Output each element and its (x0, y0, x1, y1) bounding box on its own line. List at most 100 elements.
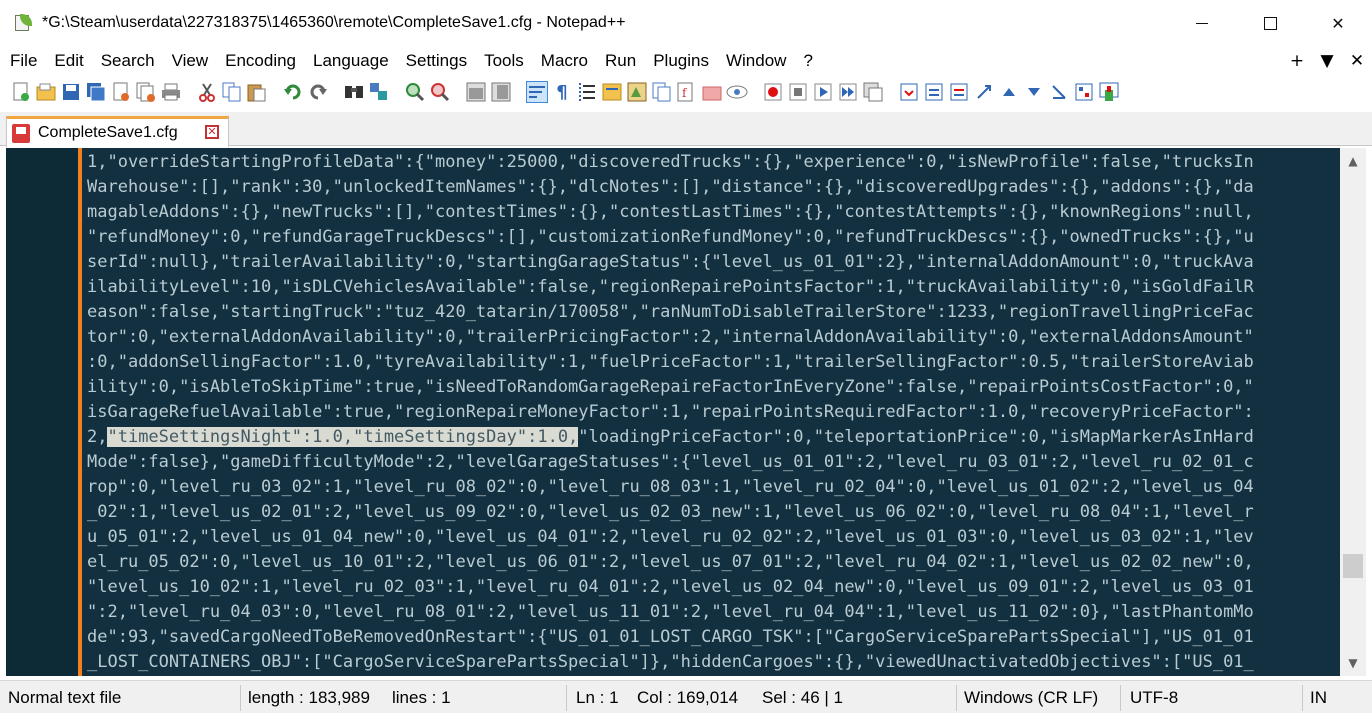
save-all-icon (87, 83, 106, 102)
code-line: ility":0,"isAbleToSkipTime":true,"isNeed… (87, 377, 1254, 397)
plugin-button-4[interactable] (973, 81, 995, 103)
menu-encoding[interactable]: Encoding (215, 51, 303, 71)
menu-edit[interactable]: Edit (44, 51, 90, 71)
cut-button[interactable] (196, 81, 218, 103)
title-bar: *G:\Steam\userdata\227318375\1465360\rem… (0, 0, 1372, 46)
run-macro-multiple-button[interactable] (837, 81, 859, 103)
monitoring-button[interactable] (726, 81, 748, 103)
zoom-out-button[interactable] (429, 81, 451, 103)
zoom-in-button[interactable] (404, 81, 426, 103)
function-list-button[interactable]: f (676, 81, 698, 103)
menu-view[interactable]: View (162, 51, 216, 71)
status-line-number: Ln : 1 (576, 687, 619, 707)
menu-language[interactable]: Language (303, 51, 396, 71)
status-insert-mode[interactable]: IN (1310, 681, 1327, 713)
stop-record-button[interactable] (787, 81, 809, 103)
sync-vertical-button[interactable] (465, 81, 487, 103)
menu-file[interactable]: File (0, 51, 44, 71)
scroll-thumb[interactable] (1343, 553, 1363, 578)
doc-list-button[interactable] (651, 81, 673, 103)
user-language-button[interactable] (601, 81, 623, 103)
tab-completesave1[interactable]: CompleteSave1.cfg ✕ (6, 116, 229, 147)
redo-button[interactable] (307, 81, 329, 103)
sync-horizontal-button[interactable] (490, 81, 512, 103)
menu-tools[interactable]: Tools (474, 51, 531, 71)
text-selection: "timeSettingsNight":1.0,"timeSettingsDay… (107, 427, 579, 447)
status-encoding[interactable]: UTF-8 (1130, 681, 1178, 713)
notepadpp-app-icon[interactable] (14, 14, 32, 32)
maximize-button[interactable] (1236, 0, 1304, 46)
text-before-selection: 2, (87, 427, 108, 447)
code-line: magableAddons":{},"newTrucks":[],"contes… (87, 202, 1254, 222)
plugin-icon-7 (1099, 82, 1119, 101)
tab-label: CompleteSave1.cfg (38, 124, 178, 141)
close-all-button[interactable] (135, 81, 157, 103)
menu-macro[interactable]: Macro (531, 51, 595, 71)
paste-button[interactable] (246, 81, 268, 103)
save-all-button[interactable] (85, 81, 107, 103)
folder-workspace-icon (702, 86, 722, 101)
scroll-up-button[interactable]: ▲ (1340, 148, 1366, 174)
plugin-button-5[interactable] (1048, 81, 1070, 103)
doc-map-button[interactable] (626, 81, 648, 103)
indent-guide-button[interactable] (576, 81, 598, 103)
new-tab-button[interactable]: + (1282, 51, 1312, 71)
plugin-button-2[interactable] (923, 81, 945, 103)
save-button[interactable] (60, 81, 82, 103)
scroll-down-button[interactable]: ▼ (1340, 650, 1366, 676)
run-macro-multiple-icon (839, 83, 857, 101)
arrow-up-button[interactable] (998, 81, 1020, 103)
tab-bar: CompleteSave1.cfg ✕ (0, 112, 1372, 147)
code-line: de":93,"savedCargoNeedToBeRemovedOnResta… (87, 627, 1254, 647)
code-area[interactable]: 1,"overrideStartingProfileData":{"money"… (87, 150, 1340, 675)
copy-button[interactable] (221, 81, 243, 103)
show-all-chars-button[interactable]: ¶ (551, 81, 573, 103)
open-file-icon (36, 83, 56, 101)
code-line: _LOST_CONTAINERS_OBJ":["CargoServiceSpar… (87, 652, 1254, 672)
save-icon (63, 84, 79, 100)
plugin-button-1[interactable] (898, 81, 920, 103)
user-language-icon (602, 83, 622, 101)
cut-icon (199, 83, 215, 102)
arrow-down-icon (1028, 88, 1040, 96)
close-button[interactable] (110, 81, 132, 103)
word-wrap-button[interactable] (526, 81, 548, 103)
close-doc-button[interactable]: ✕ (1342, 51, 1372, 71)
vertical-scrollbar[interactable]: ▲ ▼ (1340, 148, 1366, 676)
code-line: eason":false,"startingTruck":"tuz_420_ta… (87, 302, 1254, 322)
arrow-down-button[interactable] (1023, 81, 1045, 103)
plugin-button-6[interactable] (1073, 81, 1095, 103)
plugin-button-3[interactable] (948, 81, 970, 103)
menu-help[interactable]: ? (793, 51, 819, 71)
status-eol-format[interactable]: Windows (CR LF) (964, 681, 1098, 713)
new-file-icon (13, 82, 29, 101)
text-editor[interactable]: 1,"overrideStartingProfileData":{"money"… (6, 148, 1340, 676)
menu-plugins[interactable]: Plugins (643, 51, 716, 71)
folder-workspace-button[interactable] (701, 81, 723, 103)
plugin-button-7[interactable] (1098, 81, 1120, 103)
record-macro-button[interactable] (762, 81, 784, 103)
function-list-icon: f (677, 82, 693, 102)
close-window-button[interactable]: ✕ (1304, 0, 1372, 46)
record-macro-icon (764, 83, 782, 101)
menu-run[interactable]: Run (595, 51, 643, 71)
tab-close-icon[interactable]: ✕ (205, 125, 219, 139)
open-file-button[interactable] (35, 81, 57, 103)
menu-search[interactable]: Search (91, 51, 162, 71)
status-bar: Normal text file length : 183,989 lines … (0, 680, 1372, 713)
save-macro-button[interactable] (862, 81, 884, 103)
new-file-button[interactable] (10, 81, 32, 103)
menu-window[interactable]: Window (716, 51, 793, 71)
print-button[interactable] (160, 81, 182, 103)
replace-button[interactable] (368, 81, 390, 103)
tab-list-button[interactable]: ▼ (1312, 51, 1342, 71)
line-number-margin[interactable] (6, 148, 78, 676)
find-button[interactable] (343, 81, 365, 103)
redo-icon (310, 84, 327, 100)
maximize-icon (1263, 16, 1277, 30)
play-macro-button[interactable] (812, 81, 834, 103)
minimize-button[interactable] (1168, 0, 1236, 46)
menu-settings[interactable]: Settings (396, 51, 474, 71)
undo-button[interactable] (282, 81, 304, 103)
plugin-icon-2 (925, 83, 943, 101)
